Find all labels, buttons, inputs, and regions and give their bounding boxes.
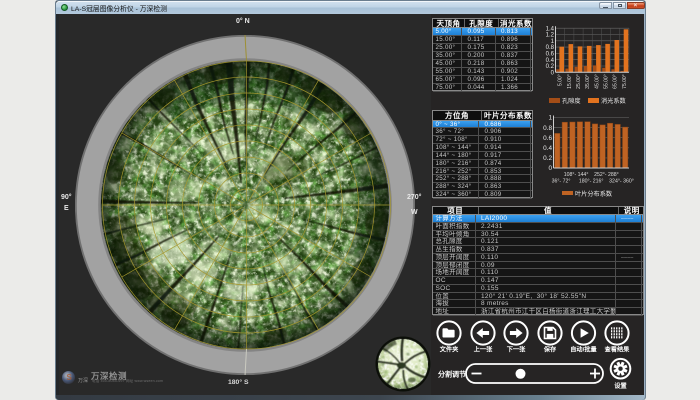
- svg-text:45.00°: 45.00°: [594, 74, 600, 89]
- svg-text:0: 0: [548, 165, 552, 172]
- svg-text:1.2: 1.2: [546, 33, 555, 39]
- svg-text:0.8: 0.8: [546, 45, 555, 51]
- svg-text:0.8: 0.8: [543, 125, 552, 132]
- svg-text:下一张: 下一张: [507, 346, 526, 354]
- svg-text:0.2: 0.2: [546, 64, 555, 70]
- svg-text:65.00°: 65.00°: [613, 74, 619, 89]
- svg-text:180°- 216°: 180°- 216°: [579, 179, 604, 185]
- svg-text:设置: 设置: [614, 382, 626, 390]
- svg-text:252°- 288°: 252°- 288°: [594, 172, 619, 178]
- svg-text:1: 1: [551, 39, 555, 45]
- svg-text:0.6: 0.6: [543, 135, 552, 142]
- svg-text:文件夹: 文件夹: [440, 346, 459, 354]
- svg-text:35.00°: 35.00°: [585, 74, 591, 89]
- svg-text:0.2: 0.2: [543, 155, 552, 162]
- svg-text:15.00°: 15.00°: [567, 74, 573, 89]
- svg-text:0.4: 0.4: [546, 58, 555, 64]
- svg-text:保存: 保存: [543, 346, 557, 354]
- svg-text:1: 1: [548, 115, 552, 122]
- svg-text:查看结果: 查看结果: [604, 346, 631, 354]
- svg-text:分割调节: 分割调节: [438, 370, 466, 379]
- svg-text:5.00°: 5.00°: [558, 74, 564, 86]
- svg-text:自动/批量: 自动/批量: [570, 346, 597, 354]
- svg-text:75.00°: 75.00°: [622, 74, 628, 89]
- svg-text:0.6: 0.6: [546, 52, 555, 58]
- svg-text:55.00°: 55.00°: [604, 74, 610, 89]
- svg-text:108°- 144°: 108°- 144°: [564, 172, 589, 178]
- svg-text:25.00°: 25.00°: [576, 74, 582, 89]
- svg-text:36°- 72°: 36°- 72°: [552, 179, 571, 185]
- svg-text:324°- 360°: 324°- 360°: [609, 179, 634, 185]
- svg-text:0.4: 0.4: [543, 145, 552, 152]
- svg-text:0: 0: [551, 70, 555, 76]
- svg-text:1.4: 1.4: [546, 26, 555, 32]
- svg-text:上一张: 上一张: [474, 346, 493, 354]
